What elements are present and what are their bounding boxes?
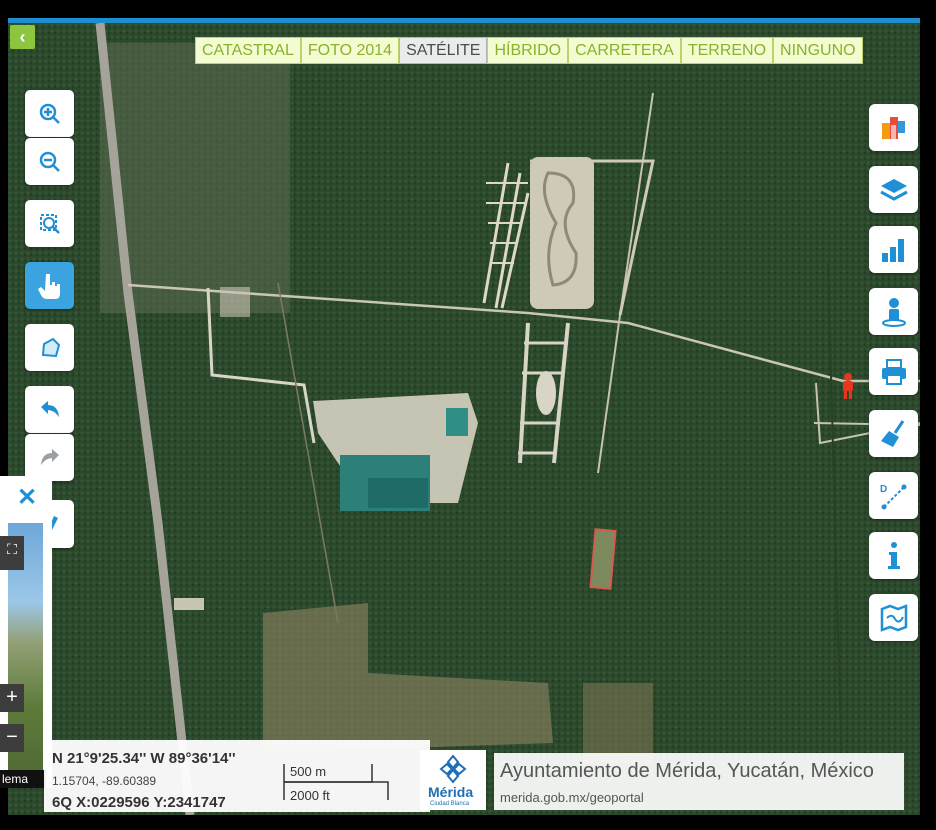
zoom-out-button[interactable] [25,138,74,185]
person-icon [881,297,906,327]
zoom-box-button[interactable] [25,200,74,247]
coordinates-dms: N 21°9'25.34'' W 89°36'14'' [52,750,236,767]
statistics-button[interactable] [869,226,918,273]
brand-banner: Ayuntamiento de Mérida, Yucatán, México … [494,753,904,810]
tab-hibrido[interactable]: HÍBRIDO [487,37,569,64]
tab-carretera[interactable]: CARRETERA [568,37,681,64]
tab-satelite[interactable]: SATÉLITE [399,37,488,64]
bookmarks-icon [881,116,905,139]
bookmarks-button[interactable] [869,104,918,151]
undo-icon [40,400,59,417]
info-icon [887,541,900,569]
chevron-left-icon: ‹ [19,27,26,47]
coordinates-panel: N 21°9'25.34'' W 89°36'14'' 1.15704, -89… [44,740,430,812]
zoom-in-button[interactable] [25,90,74,137]
pan-button[interactable] [25,262,74,309]
measure-distance-icon: D [880,484,906,509]
map-legend-button[interactable] [869,594,918,641]
logo-text: Mérida [428,784,474,800]
coordinates-utm: 6Q X:0229596 Y:2341747 [52,794,226,811]
tab-ninguno[interactable]: NINGUNO [773,37,863,64]
close-icon[interactable]: ✕ [12,484,42,514]
info-button[interactable] [869,532,918,579]
polygon-icon [41,337,60,357]
brand-title: Ayuntamiento de Mérida, Yucatán, México [500,760,874,782]
street-view-button[interactable] [869,288,918,335]
base-layer-switcher: CATASTRAL FOTO 2014 SATÉLITE HÍBRIDO CAR… [195,37,863,64]
zoom-out-icon [39,151,60,172]
merida-logo: Mérida Ciudad Blanca [420,750,486,810]
collapse-toolbar-button[interactable]: ‹ [10,25,35,49]
redo-button[interactable] [25,434,74,481]
bar-chart-icon [881,238,904,262]
map-canvas[interactable] [8,23,920,815]
street-view-zoom-out[interactable]: − [0,724,24,752]
brand-url[interactable]: merida.gob.mx/geoportal [500,790,644,805]
scale-imperial: 2000 ft [290,788,330,803]
scale-metric: 500 m [290,764,327,779]
redo-icon [40,448,59,465]
street-view-label: lema [0,770,46,788]
pegman-icon[interactable] [840,372,856,405]
tab-terreno[interactable]: TERRENO [680,37,774,64]
undo-button[interactable] [25,386,74,433]
zoom-in-icon [39,103,60,124]
clear-button[interactable] [869,410,918,457]
layers-button[interactable] [869,166,918,213]
draw-polygon-button[interactable] [25,324,74,371]
printer-icon [881,358,906,385]
tab-foto-2014[interactable]: FOTO 2014 [300,37,400,64]
print-button[interactable] [869,348,918,395]
hand-pointer-icon [37,273,60,299]
zoom-box-icon [39,213,60,234]
tab-catastral[interactable]: CATASTRAL [195,37,301,64]
satellite-imagery [8,23,920,815]
broom-icon [880,419,904,447]
street-view-expand-icon[interactable]: ⛶ [0,536,24,570]
merida-logo-mark [439,754,467,784]
logo-subtext: Ciudad Blanca [430,801,470,807]
svg-text:D: D [880,484,887,495]
measure-button[interactable]: D [869,472,918,519]
layers-icon [879,178,908,201]
coordinates-decimal: 1.15704, -89.60389 [52,774,157,788]
map-icon [880,603,907,632]
street-view-zoom-in[interactable]: + [0,684,24,712]
scale-bar: 500 m 2000 ft [282,760,422,806]
